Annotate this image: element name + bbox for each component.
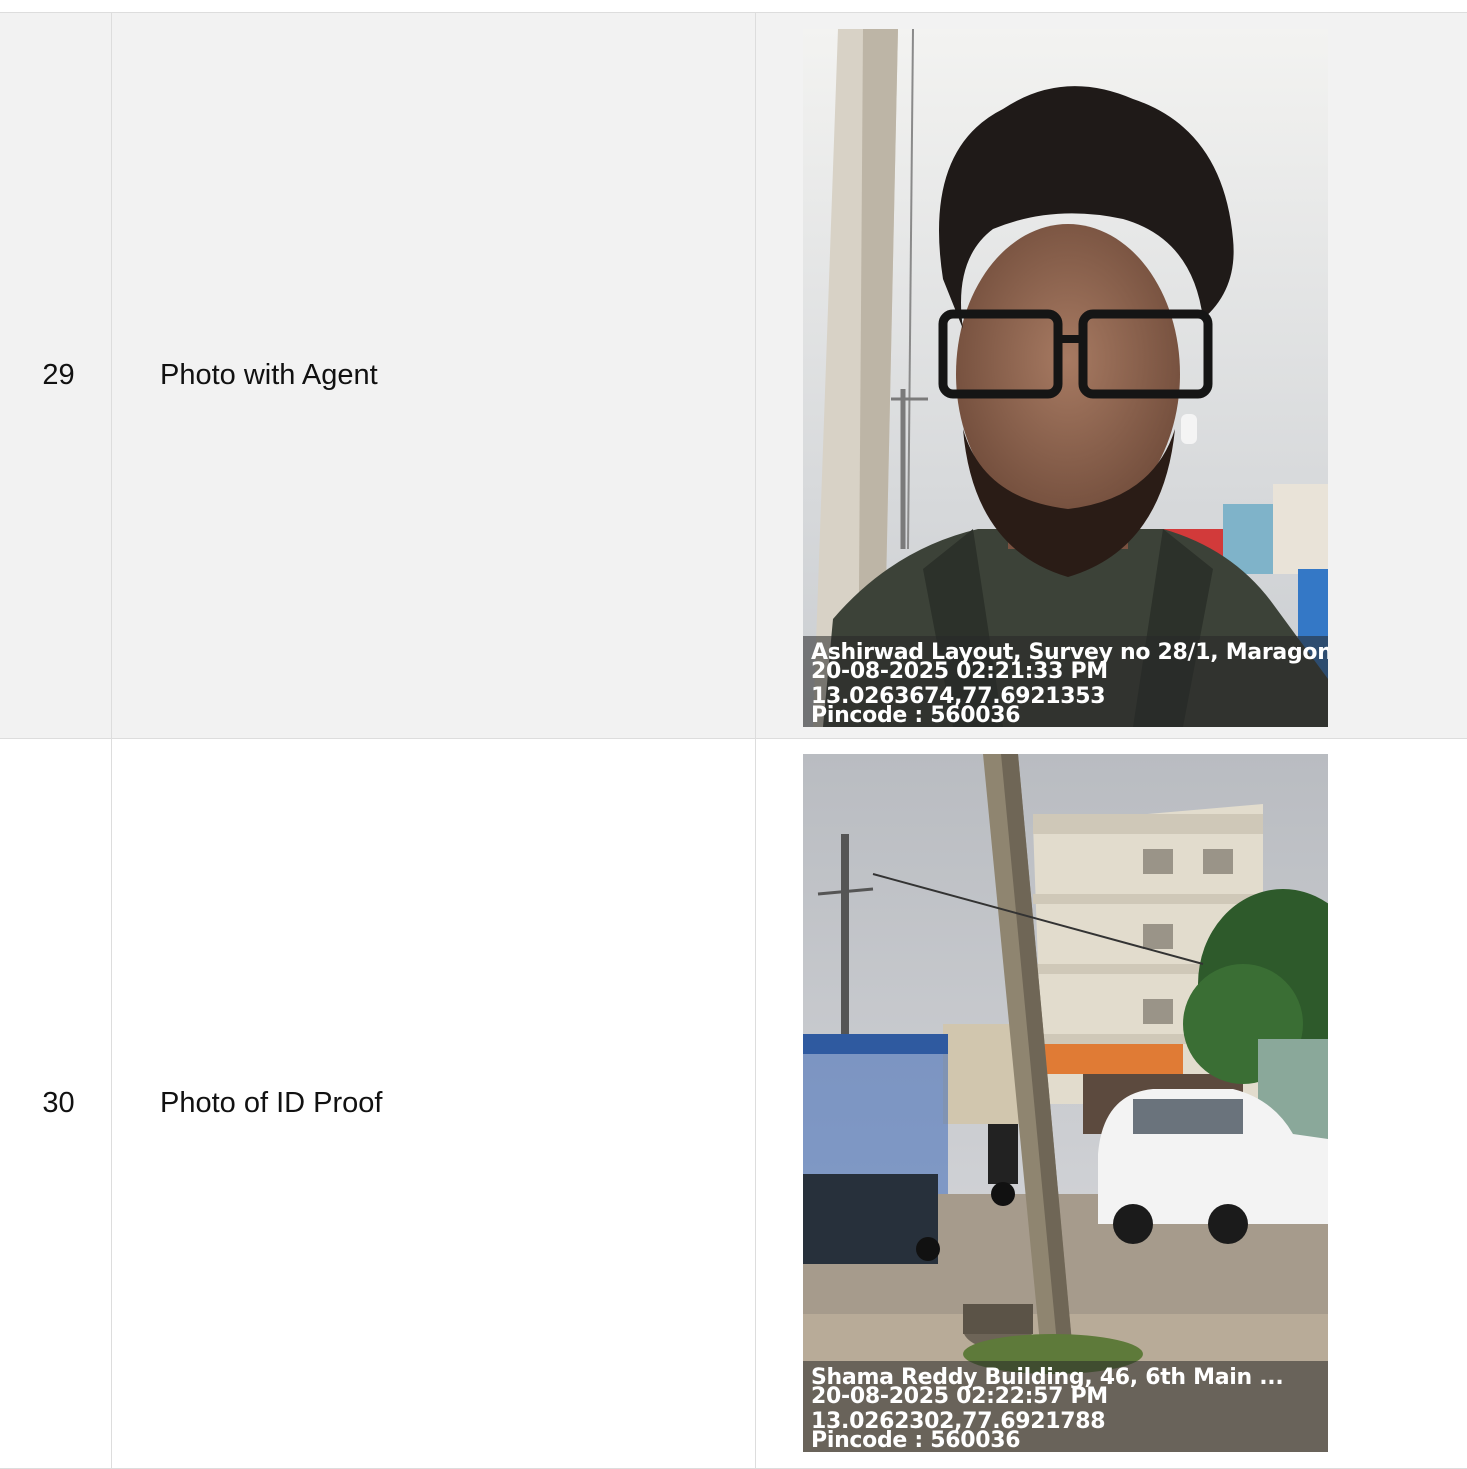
- photo-cell: Shama Reddy Building, 46, 6th Main ... 2…: [756, 739, 1467, 1468]
- photo-cell: Ashirwad Layout, Survey no 28/1, Maragon…: [756, 13, 1467, 738]
- table-row: 30 Photo of ID Proof Shama Reddy Buildin…: [0, 739, 1467, 1469]
- photo-stamp: Ashirwad Layout, Survey no 28/1, Maragon…: [803, 636, 1328, 727]
- id-proof-photo[interactable]: Shama Reddy Building, 46, 6th Main ... 2…: [803, 754, 1328, 1452]
- row-label: Photo of ID Proof: [112, 739, 756, 1468]
- street-photo-icon: [803, 754, 1328, 1452]
- row-number: 30: [0, 739, 112, 1468]
- photo-stamp: Shama Reddy Building, 46, 6th Main ... 2…: [803, 1361, 1328, 1452]
- table-row: 29 Photo with Agent Ashirwad Layout, Sur…: [0, 13, 1467, 739]
- agent-photo[interactable]: Ashirwad Layout, Survey no 28/1, Maragon…: [803, 29, 1328, 727]
- row-label: Photo with Agent: [112, 13, 756, 738]
- photo-table: 29 Photo with Agent Ashirwad Layout, Sur…: [0, 12, 1467, 1469]
- row-number: 29: [0, 13, 112, 738]
- selfie-photo-icon: [803, 29, 1328, 727]
